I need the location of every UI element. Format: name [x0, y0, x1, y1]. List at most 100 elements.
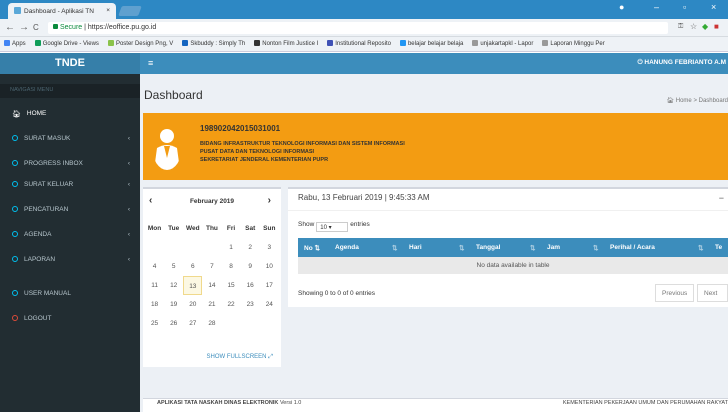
sidebar-item-progress-inbox[interactable]: PROGRESS INBOX ‹ — [0, 154, 140, 175]
new-tab-button[interactable] — [118, 6, 142, 16]
calendar-day[interactable]: 12 — [164, 276, 183, 295]
calendar-day[interactable]: 11 — [145, 276, 164, 295]
column-header-jam[interactable]: Jam — [547, 244, 560, 251]
bookmark-item[interactable]: unjakartapkl - Lapor — [472, 40, 533, 47]
calendar-weekday: Sat — [245, 225, 256, 232]
hamburger-icon[interactable]: ≡ — [148, 58, 153, 68]
table-info: Showing 0 to 0 of 0 entries — [298, 290, 375, 297]
sidebar-item-label: USER MANUAL — [24, 290, 71, 297]
bookmark-item[interactable]: Poster Design Png, V — [107, 40, 173, 47]
minimize-box-button[interactable]: − — [719, 193, 724, 203]
url-input[interactable]: Secure | https://eoffice.pu.go.id — [48, 22, 668, 34]
column-header-agenda[interactable]: Agenda — [335, 244, 359, 251]
calendar-day[interactable]: 19 — [164, 295, 183, 314]
bookmark-icon — [34, 40, 41, 46]
sidebar-item-laporan[interactable]: LAPORAN ‹ — [0, 250, 140, 271]
calendar-day[interactable]: 4 — [145, 257, 164, 276]
sort-icon: ⇅ — [593, 245, 599, 252]
sidebar-item-surat-masuk[interactable]: SURAT MASUK ‹ — [0, 129, 140, 150]
calendar-day[interactable]: 16 — [241, 276, 260, 295]
calendar-day[interactable]: 22 — [222, 295, 241, 314]
top-navbar: ≡ ⏻ HANUNG FEBRIANTO A.M — [140, 53, 728, 74]
tab-close-icon[interactable]: × — [106, 7, 110, 14]
bookmark-item[interactable]: Apps — [4, 40, 26, 47]
calendar-day[interactable]: 25 — [145, 314, 164, 333]
sidebar-item-agenda[interactable]: AGENDA ‹ — [0, 225, 140, 246]
next-page-button[interactable]: Next — [697, 284, 728, 302]
calendar-day — [164, 238, 183, 257]
browser-tab[interactable]: Dashboard - Aplikasi TN × — [8, 3, 116, 19]
minimize-window-icon[interactable]: – — [654, 2, 659, 12]
calendar-day[interactable]: 26 — [164, 314, 183, 333]
bookmark-item[interactable]: Institutional Reposito — [327, 40, 391, 47]
calendar-day[interactable]: 14 — [202, 276, 221, 295]
calendar-day[interactable]: 28 — [202, 314, 221, 333]
column-header-perihal[interactable]: Perihal / Acara — [610, 244, 655, 251]
column-header-tanggal[interactable]: Tanggal — [476, 244, 500, 251]
calendar-day[interactable]: 5 — [164, 257, 183, 276]
sidebar-item-logout[interactable]: LOGOUT — [0, 309, 140, 330]
close-window-icon[interactable]: × — [711, 2, 716, 12]
column-header-hari[interactable]: Hari — [409, 244, 422, 251]
show-fullscreen-link[interactable]: SHOW FULLSCREEN ⤢ — [207, 354, 274, 361]
column-header-no[interactable]: No ⇅ — [304, 244, 320, 252]
calendar-day[interactable]: 15 — [222, 276, 241, 295]
circle-icon — [12, 315, 18, 321]
bookmark-item[interactable]: Laporan Minggu Per — [542, 40, 605, 47]
calendar-day[interactable]: 6 — [183, 257, 202, 276]
profile-unit: BIDANG INFRASTRUKTUR TEKNOLOGI INFORMASI… — [200, 141, 405, 147]
calendar-day[interactable]: 2 — [241, 238, 260, 257]
bookmark-item[interactable]: Nonton Film Justice I — [254, 40, 318, 47]
maximize-window-icon[interactable]: ▫ — [683, 2, 686, 12]
calendar-day[interactable]: 9 — [241, 257, 260, 276]
calendar-day[interactable]: 8 — [222, 257, 241, 276]
calendar-widget: ‹ February 2019 › Mon Tue Wed Thu Fri Sat Sun 1… — [143, 187, 281, 367]
calendar-day[interactable]: 27 — [183, 314, 202, 333]
breadcrumb: 🏠︎ Home > Dashboard — [666, 97, 728, 104]
footer-left: APLIKASI TATA NASKAH DINAS ELEKTRONIK Ve… — [157, 400, 301, 406]
calendar-day[interactable]: 18 — [145, 295, 164, 314]
bookmark-star-icon[interactable]: ☆ — [690, 22, 697, 31]
user-menu[interactable]: ⏻ HANUNG FEBRIANTO A.M — [637, 59, 726, 67]
bookmark-item[interactable]: Google Drive - Views — [34, 40, 99, 47]
entries-select[interactable]: 10 ▾ — [316, 222, 349, 232]
next-month-button[interactable]: › — [268, 195, 271, 206]
extension-icon[interactable]: ■ — [714, 22, 719, 31]
user-avatar-icon — [152, 124, 182, 170]
reload-icon[interactable]: C — [33, 23, 39, 32]
column-header-label: No — [304, 245, 313, 252]
bookmark-item[interactable]: Skbuddy : Simply Th — [182, 40, 245, 47]
column-header-tempat[interactable]: Te — [715, 244, 722, 251]
calendar-weekday: Sun — [263, 225, 276, 232]
calendar-today[interactable]: 13 — [183, 276, 203, 295]
calendar-day[interactable]: 24 — [260, 295, 279, 314]
circle-icon — [12, 290, 18, 296]
calendar-day[interactable]: 1 — [222, 238, 241, 257]
sidebar-item-pencaturan[interactable]: PENCATURAN ‹ — [0, 200, 140, 221]
calendar-header: ‹ February 2019 › — [143, 189, 281, 213]
extension-icon[interactable]: ◆ — [702, 22, 708, 31]
sidebar-item-surat-keluar[interactable]: SURAT KELUAR ‹ — [0, 175, 140, 196]
breadcrumb-home[interactable]: Home — [676, 98, 692, 104]
calendar-grid: Mon Tue Wed Thu Fri Sat Sun 1 2 3 4 5 6 7 8 9 10 11 12 13 14… — [145, 219, 279, 333]
calendar-day[interactable]: 3 — [260, 238, 279, 257]
profile-nip: 198902042015031001 — [200, 124, 281, 133]
footer-version: Versi 1.0 — [279, 400, 302, 406]
calendar-day[interactable]: 7 — [202, 257, 221, 276]
app-logo[interactable]: TNDE — [0, 53, 140, 74]
calendar-day[interactable]: 20 — [183, 295, 202, 314]
calendar-day[interactable]: 10 — [260, 257, 279, 276]
calendar-weekday: Thu — [205, 225, 218, 232]
key-icon[interactable]: ⚿ — [678, 23, 683, 31]
forward-icon[interactable]: → — [19, 22, 29, 33]
bookmark-item[interactable]: belajar belajar belaja — [399, 40, 463, 47]
sidebar-item-user-manual[interactable]: USER MANUAL — [0, 284, 140, 305]
calendar-day[interactable]: 17 — [260, 276, 279, 295]
back-icon[interactable]: ← — [5, 22, 15, 33]
address-bar-row: ← → C Secure | https://eoffice.pu.go.id … — [0, 19, 728, 37]
calendar-day[interactable]: 23 — [241, 295, 260, 314]
sidebar-item-home[interactable]: 🏠︎ HOME — [0, 104, 140, 125]
profile-icon[interactable]: ● — [619, 2, 624, 12]
calendar-day[interactable]: 21 — [202, 295, 221, 314]
previous-page-button[interactable]: Previous — [655, 284, 695, 302]
